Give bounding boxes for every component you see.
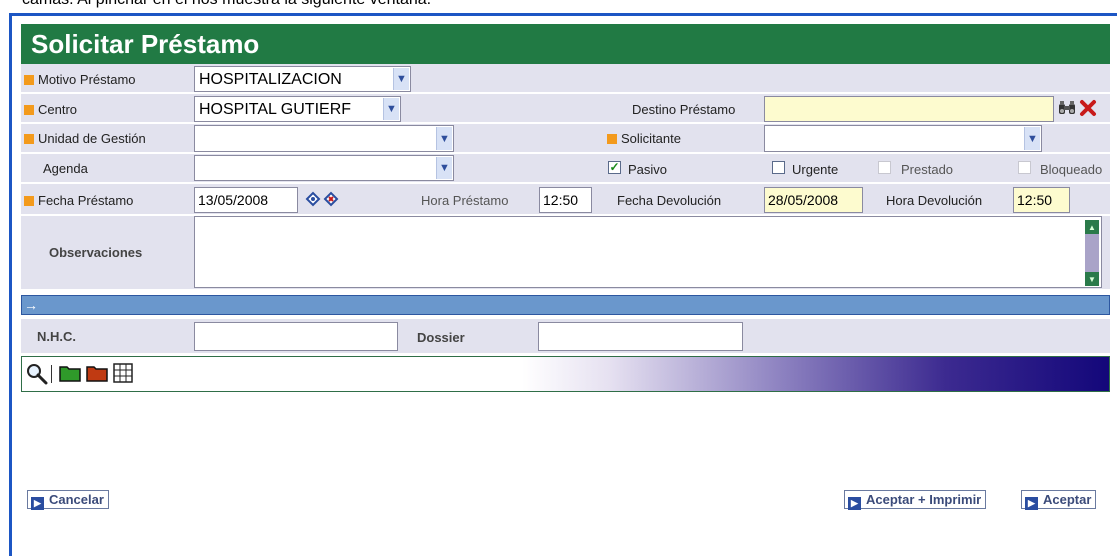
dossier-label: Dossier <box>417 330 465 345</box>
window-title: Solicitar Préstamo <box>21 24 1110 64</box>
double-chevron-icon: ▶ <box>31 497 44 510</box>
unidad-select[interactable]: ▼ <box>194 125 454 152</box>
double-chevron-icon: ▶ <box>1025 497 1038 510</box>
bloqueado-checkbox[interactable] <box>1018 161 1031 174</box>
fecha-prestamo-label-text: Fecha Préstamo <box>38 193 134 208</box>
bloqueado-label: Bloqueado <box>1040 162 1103 177</box>
cancelar-button[interactable]: ▶ Cancelar <box>27 490 109 510</box>
prestado-label: Prestado <box>901 162 954 177</box>
destino-input[interactable] <box>764 96 1054 122</box>
row-search: N.H.C. Dossier <box>21 319 1110 355</box>
scrollbar[interactable]: ▲ ▼ <box>1085 220 1099 286</box>
binoculars-icon[interactable] <box>1058 100 1076 121</box>
required-marker <box>24 134 34 144</box>
clear-icon[interactable] <box>1079 99 1097 122</box>
chevron-down-icon[interactable]: ▼ <box>383 98 399 120</box>
hora-devolucion-label: Hora Devolución <box>886 193 983 208</box>
motivo-select-value: HOSPITALIZACION <box>199 71 342 88</box>
calendar-icon[interactable] <box>305 191 321 212</box>
agenda-label: Agenda <box>43 161 88 176</box>
calendar-clear-icon[interactable] <box>323 191 339 212</box>
aceptar-imprimir-label: Aceptar + Imprimir <box>866 492 982 507</box>
observaciones-label: Observaciones <box>49 245 143 260</box>
fecha-devolucion-input[interactable]: 28/05/2008 <box>764 187 863 213</box>
hora-devolucion-input[interactable]: 12:50 <box>1013 187 1070 213</box>
row-motivo: Motivo Préstamo HOSPITALIZACION ▼ <box>21 64 1110 94</box>
aceptar-button[interactable]: ▶ Aceptar <box>1021 490 1097 510</box>
required-marker <box>24 196 34 206</box>
solicitante-label: Solicitante <box>607 131 681 146</box>
destino-label: Destino Préstamo <box>632 102 736 117</box>
hora-prestamo-input[interactable]: 12:50 <box>539 187 592 213</box>
row-centro: Centro HOSPITAL GUTIERF ▼ Destino Présta… <box>21 94 1110 124</box>
grid-icon[interactable] <box>113 363 133 383</box>
aceptar-imprimir-button[interactable]: ▶ Aceptar + Imprimir <box>844 490 987 510</box>
fecha-prestamo-label: Fecha Préstamo <box>24 193 133 208</box>
row-observaciones: Observaciones ▲ ▼ <box>21 216 1110 291</box>
fecha-prestamo-input[interactable]: 13/05/2008 <box>194 187 298 213</box>
green-folder-icon[interactable] <box>59 363 81 383</box>
required-marker <box>24 75 34 85</box>
unidad-label-text: Unidad de Gestión <box>38 131 146 146</box>
toolbar-separator <box>51 365 52 383</box>
results-toolbar <box>21 356 1110 392</box>
scroll-up-icon[interactable]: ▲ <box>1085 220 1099 234</box>
chevron-down-icon[interactable]: ▼ <box>393 68 409 90</box>
unidad-label: Unidad de Gestión <box>24 131 146 146</box>
required-marker <box>24 105 34 115</box>
dossier-input[interactable] <box>538 322 743 351</box>
motivo-select[interactable]: HOSPITALIZACION ▼ <box>194 66 411 92</box>
observaciones-textarea[interactable]: ▲ ▼ <box>194 216 1102 288</box>
chevron-down-icon[interactable]: ▼ <box>436 157 452 179</box>
urgente-label: Urgente <box>792 162 839 177</box>
row-agenda: Agenda ▼ ✓ Pasivo Urgente Prestado Bloqu… <box>21 154 1110 184</box>
solicitante-select[interactable]: ▼ <box>764 125 1042 152</box>
section-bar[interactable]: → <box>21 295 1110 315</box>
fecha-devolucion-label: Fecha Devolución <box>617 193 722 208</box>
required-marker <box>607 134 617 144</box>
double-chevron-icon: ▶ <box>848 497 861 510</box>
red-folder-icon[interactable] <box>86 363 108 383</box>
nhc-label: N.H.C. <box>37 329 76 344</box>
agenda-select[interactable]: ▼ <box>194 155 454 181</box>
pasivo-checkbox[interactable]: ✓ <box>608 161 621 174</box>
footer: ▶ Cancelar ▶ Aceptar + Imprimir ▶ Aceptar <box>21 490 1110 510</box>
motivo-label-text: Motivo Préstamo <box>38 72 136 87</box>
chevron-down-icon[interactable]: ▼ <box>436 127 452 150</box>
aceptar-label: Aceptar <box>1043 492 1092 507</box>
loan-request-window: Solicitar Préstamo Motivo Préstamo HOSPI… <box>9 13 1117 556</box>
nhc-input[interactable] <box>194 322 398 351</box>
pasivo-label: Pasivo <box>628 162 668 177</box>
motivo-label: Motivo Préstamo <box>24 72 136 87</box>
centro-label-text: Centro <box>38 102 78 117</box>
cancelar-label: Cancelar <box>49 492 104 507</box>
prestado-checkbox[interactable] <box>878 161 891 174</box>
urgente-checkbox[interactable] <box>772 161 785 174</box>
search-icon[interactable] <box>26 363 48 385</box>
row-unidad: Unidad de Gestión ▼ Solicitante ▼ <box>21 124 1110 154</box>
scroll-down-icon[interactable]: ▼ <box>1085 272 1099 286</box>
document-text: camas. Al pinchar en él nos muestra la s… <box>22 0 431 9</box>
centro-select-value: HOSPITAL GUTIERF <box>199 101 352 118</box>
centro-select[interactable]: HOSPITAL GUTIERF ▼ <box>194 96 401 122</box>
row-fechas: Fecha Préstamo 13/05/2008 Hora Préstamo … <box>21 184 1110 216</box>
chevron-down-icon[interactable]: ▼ <box>1024 127 1040 150</box>
hora-prestamo-label: Hora Préstamo <box>421 193 509 208</box>
arrow-right-icon[interactable]: → <box>24 297 38 313</box>
centro-label: Centro <box>24 102 77 117</box>
solicitante-label-text: Solicitante <box>621 131 681 146</box>
